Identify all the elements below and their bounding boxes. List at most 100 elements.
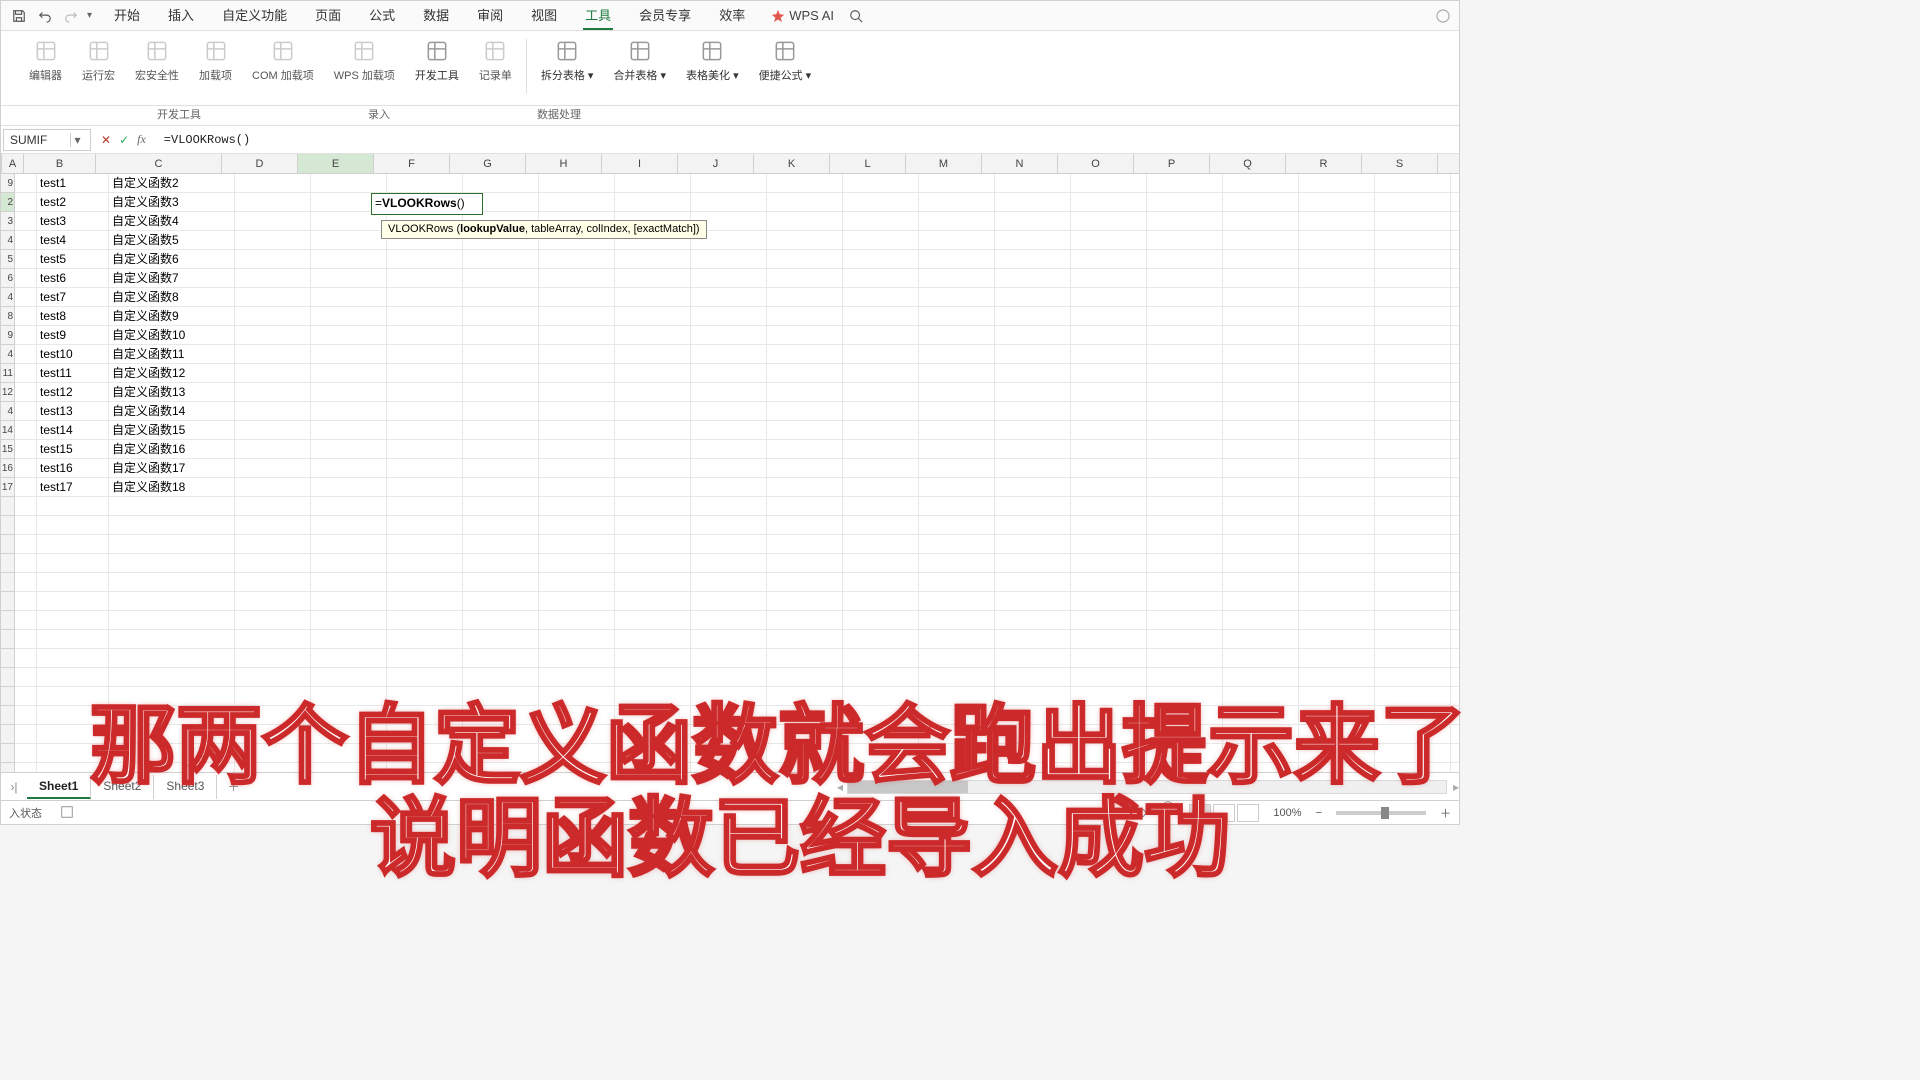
- ribbon-btn-编辑器[interactable]: 编辑器: [19, 37, 72, 83]
- cell[interactable]: [1147, 402, 1223, 421]
- cell[interactable]: [1071, 250, 1147, 269]
- cell[interactable]: [1375, 364, 1451, 383]
- cell[interactable]: [463, 269, 539, 288]
- cell[interactable]: [235, 573, 311, 592]
- cell[interactable]: [995, 478, 1071, 497]
- cell[interactable]: [691, 649, 767, 668]
- cell[interactable]: [843, 231, 919, 250]
- row-header[interactable]: [1, 763, 15, 772]
- hscroll-left-icon[interactable]: ◂: [837, 780, 843, 794]
- cell[interactable]: [1299, 668, 1375, 687]
- cell[interactable]: [235, 611, 311, 630]
- ribbon-btn-COM 加载项[interactable]: COM 加载项: [242, 37, 324, 83]
- cell[interactable]: [463, 592, 539, 611]
- hscroll-right-icon[interactable]: ▸: [1453, 780, 1459, 794]
- cell[interactable]: [843, 592, 919, 611]
- cell[interactable]: 自定义函数17: [109, 459, 235, 478]
- menu-item-2[interactable]: 自定义功能: [220, 1, 289, 30]
- cell[interactable]: [1147, 250, 1223, 269]
- cell[interactable]: [15, 250, 37, 269]
- row-header[interactable]: [1, 535, 15, 554]
- cell[interactable]: [919, 212, 995, 231]
- cell[interactable]: [15, 231, 37, 250]
- cell[interactable]: [1299, 573, 1375, 592]
- cell[interactable]: [235, 516, 311, 535]
- cell[interactable]: [1299, 535, 1375, 554]
- ribbon-btn-运行宏[interactable]: 运行宏: [72, 37, 125, 83]
- row-header[interactable]: [1, 592, 15, 611]
- cell[interactable]: [311, 611, 387, 630]
- cell[interactable]: [387, 326, 463, 345]
- cell[interactable]: [387, 592, 463, 611]
- cell[interactable]: [995, 174, 1071, 193]
- cell[interactable]: [539, 307, 615, 326]
- cell[interactable]: [995, 687, 1071, 706]
- cell[interactable]: [1451, 364, 1459, 383]
- cell[interactable]: [1071, 592, 1147, 611]
- cell[interactable]: [109, 630, 235, 649]
- cell[interactable]: [1223, 288, 1299, 307]
- cell[interactable]: test8: [37, 307, 109, 326]
- cell[interactable]: [387, 174, 463, 193]
- cell[interactable]: [767, 326, 843, 345]
- cell[interactable]: [1375, 231, 1451, 250]
- cell[interactable]: [919, 193, 995, 212]
- cell[interactable]: [1451, 307, 1459, 326]
- row-header[interactable]: 5: [1, 250, 15, 269]
- cell[interactable]: [1451, 668, 1459, 687]
- save-icon[interactable]: [9, 6, 29, 26]
- cell[interactable]: [1375, 174, 1451, 193]
- cell[interactable]: [539, 497, 615, 516]
- cell[interactable]: [1071, 478, 1147, 497]
- cell[interactable]: [615, 269, 691, 288]
- cell[interactable]: [919, 269, 995, 288]
- cell[interactable]: [995, 345, 1071, 364]
- cell[interactable]: [767, 269, 843, 288]
- cell[interactable]: [767, 231, 843, 250]
- cell[interactable]: [311, 497, 387, 516]
- cell[interactable]: [15, 288, 37, 307]
- cell[interactable]: [311, 763, 387, 772]
- cell[interactable]: [1223, 592, 1299, 611]
- cell[interactable]: [311, 174, 387, 193]
- row-header[interactable]: [1, 668, 15, 687]
- cell[interactable]: [311, 668, 387, 687]
- cell[interactable]: [995, 402, 1071, 421]
- cell[interactable]: [387, 269, 463, 288]
- cell[interactable]: [615, 535, 691, 554]
- cell[interactable]: [1375, 668, 1451, 687]
- cell[interactable]: [1299, 725, 1375, 744]
- cell[interactable]: 自定义函数4: [109, 212, 235, 231]
- cell[interactable]: [37, 554, 109, 573]
- cell[interactable]: [1375, 706, 1451, 725]
- cell[interactable]: [1375, 649, 1451, 668]
- cell[interactable]: [1451, 516, 1459, 535]
- cell[interactable]: [767, 611, 843, 630]
- cell[interactable]: [235, 535, 311, 554]
- cell[interactable]: [615, 402, 691, 421]
- cell[interactable]: [1147, 649, 1223, 668]
- cell[interactable]: [1223, 573, 1299, 592]
- cell[interactable]: [843, 630, 919, 649]
- cell[interactable]: [995, 554, 1071, 573]
- cell[interactable]: [843, 535, 919, 554]
- cell[interactable]: [15, 763, 37, 772]
- cell[interactable]: [539, 364, 615, 383]
- cell[interactable]: test7: [37, 288, 109, 307]
- cell[interactable]: [919, 383, 995, 402]
- cell[interactable]: [1375, 497, 1451, 516]
- cell[interactable]: test1: [37, 174, 109, 193]
- cell[interactable]: [387, 687, 463, 706]
- cell[interactable]: [463, 250, 539, 269]
- cell[interactable]: [1451, 288, 1459, 307]
- window-controls[interactable]: [1435, 8, 1451, 24]
- cell[interactable]: [1147, 554, 1223, 573]
- cell[interactable]: [539, 402, 615, 421]
- cell[interactable]: [311, 478, 387, 497]
- ribbon-btn-WPS 加载项[interactable]: WPS 加载项: [324, 37, 405, 83]
- cell[interactable]: [1451, 269, 1459, 288]
- cell[interactable]: [691, 193, 767, 212]
- cell[interactable]: [37, 706, 109, 725]
- cell[interactable]: [843, 269, 919, 288]
- row-header[interactable]: [1, 706, 15, 725]
